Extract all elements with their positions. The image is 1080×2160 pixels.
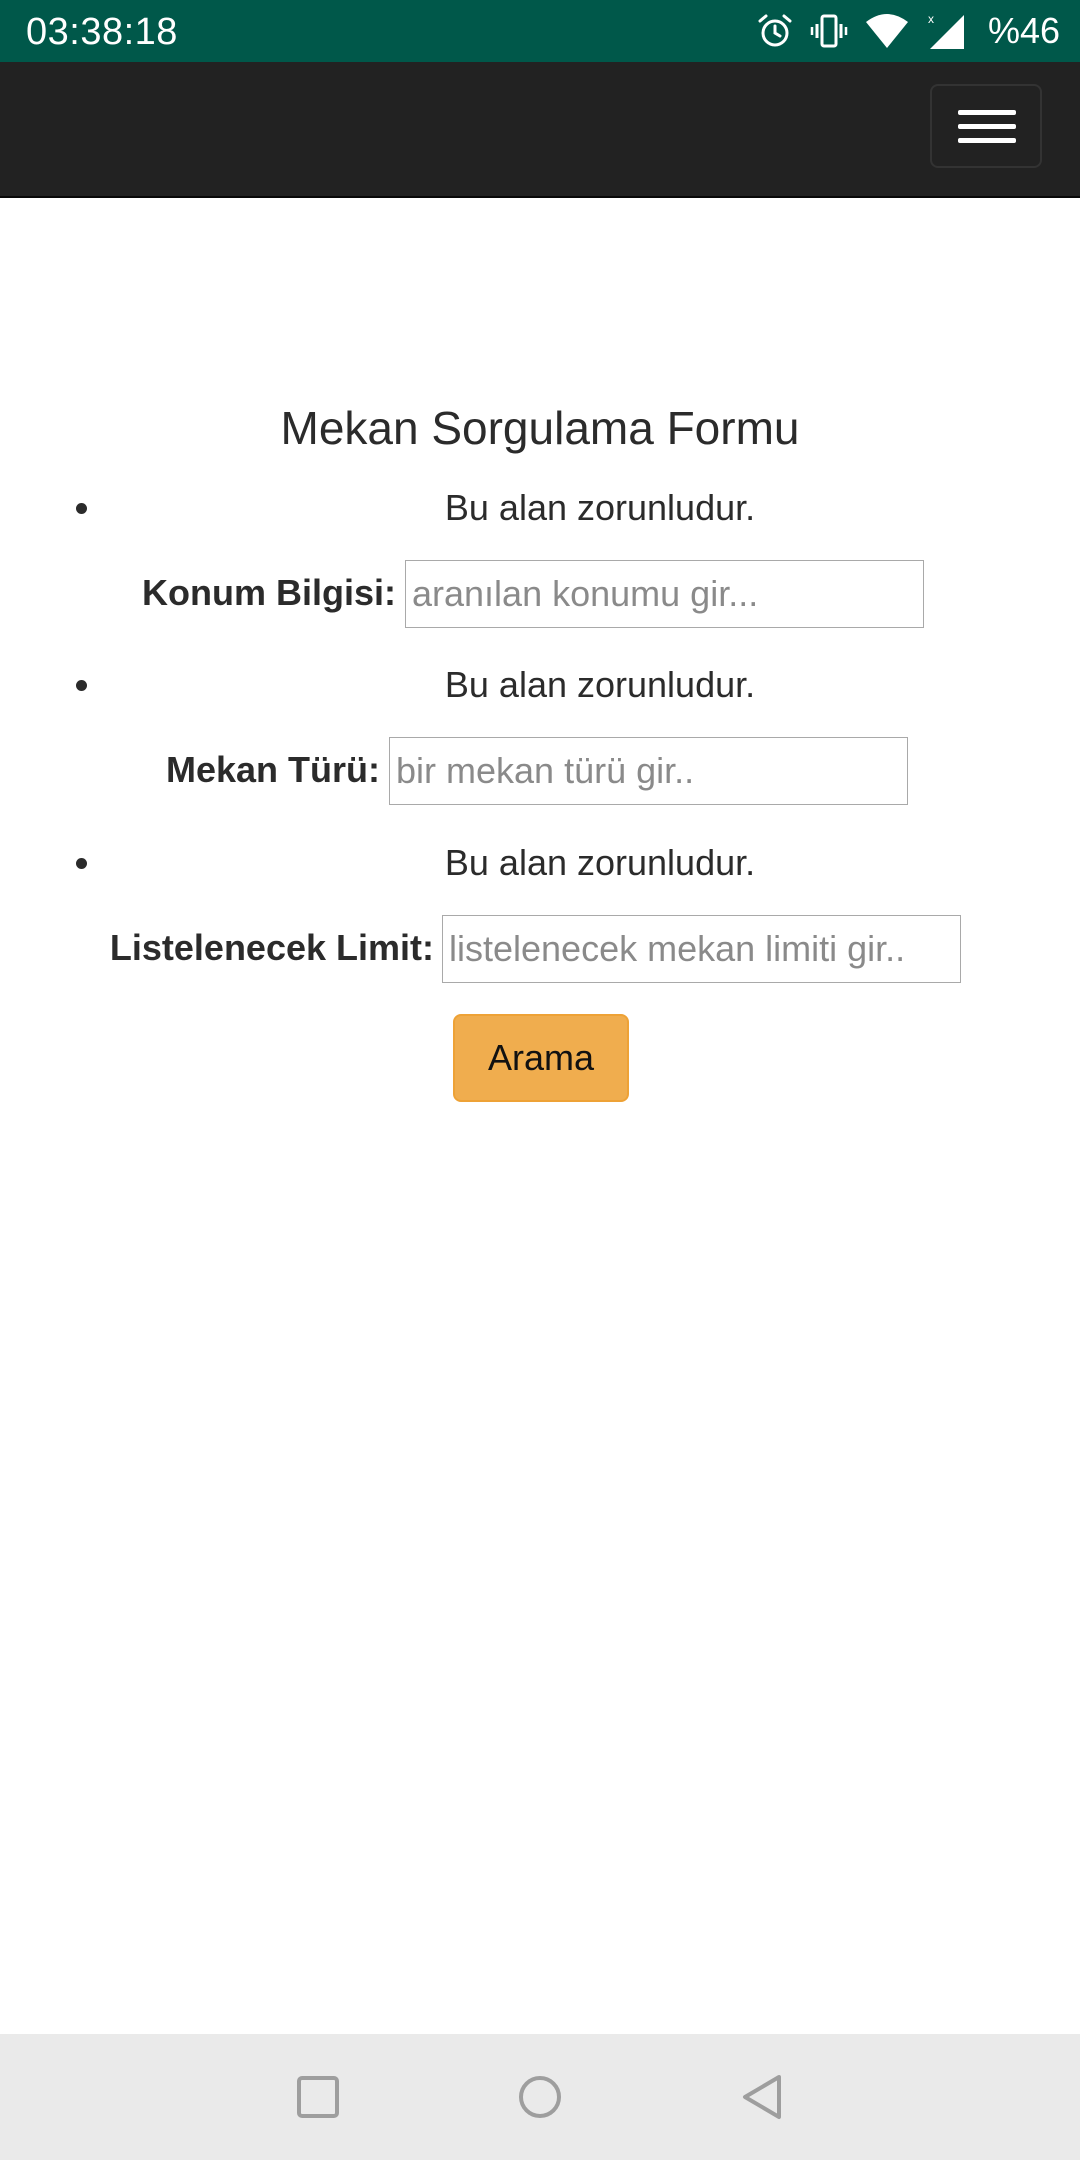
- system-nav-bar: [0, 2034, 1080, 2160]
- hamburger-menu-icon-bar: [958, 138, 1016, 143]
- recents-button[interactable]: [258, 2034, 378, 2160]
- bullet-icon: [76, 503, 87, 514]
- recents-icon: [297, 2076, 339, 2118]
- validation-message: Bu alan zorunludur.: [0, 483, 1080, 533]
- top-navbar: [0, 62, 1080, 198]
- validation-message: Bu alan zorunludur.: [0, 838, 1080, 888]
- validation-text: Bu alan zorunludur.: [444, 487, 756, 528]
- svg-text:x: x: [928, 12, 934, 26]
- alarm-icon: [756, 12, 794, 50]
- vibrate-icon: [810, 12, 848, 50]
- home-button[interactable]: [480, 2034, 600, 2160]
- wifi-icon: [864, 12, 910, 50]
- back-button[interactable]: [702, 2034, 822, 2160]
- bullet-icon: [76, 680, 87, 691]
- venue-type-input[interactable]: [389, 737, 908, 805]
- status-time: 03:38:18: [26, 11, 178, 53]
- home-icon: [519, 2076, 561, 2118]
- validation-text: Bu alan zorunludur.: [444, 664, 756, 705]
- venue-type-label: Mekan Türü:: [165, 749, 380, 790]
- limit-label: Listelenecek Limit:: [109, 927, 434, 968]
- signal-icon: x: [926, 11, 966, 51]
- location-input[interactable]: [405, 560, 924, 628]
- page-title: Mekan Sorgulama Formu: [280, 402, 800, 454]
- status-bar: 03:38:18 x %46: [0, 0, 1080, 62]
- status-icons: x %46: [756, 8, 1060, 54]
- battery-level: %46: [987, 10, 1060, 51]
- validation-message: Bu alan zorunludur.: [0, 660, 1080, 710]
- hamburger-menu-icon-bar: [958, 124, 1016, 129]
- validation-text: Bu alan zorunludur.: [444, 842, 756, 883]
- limit-input[interactable]: [442, 915, 961, 983]
- menu-toggle-button[interactable]: [930, 84, 1042, 168]
- search-button[interactable]: Arama: [453, 1014, 629, 1102]
- bullet-icon: [76, 858, 87, 869]
- location-label: Konum Bilgisi:: [142, 572, 396, 613]
- hamburger-menu-icon: [958, 110, 1016, 115]
- back-icon: [743, 2075, 781, 2119]
